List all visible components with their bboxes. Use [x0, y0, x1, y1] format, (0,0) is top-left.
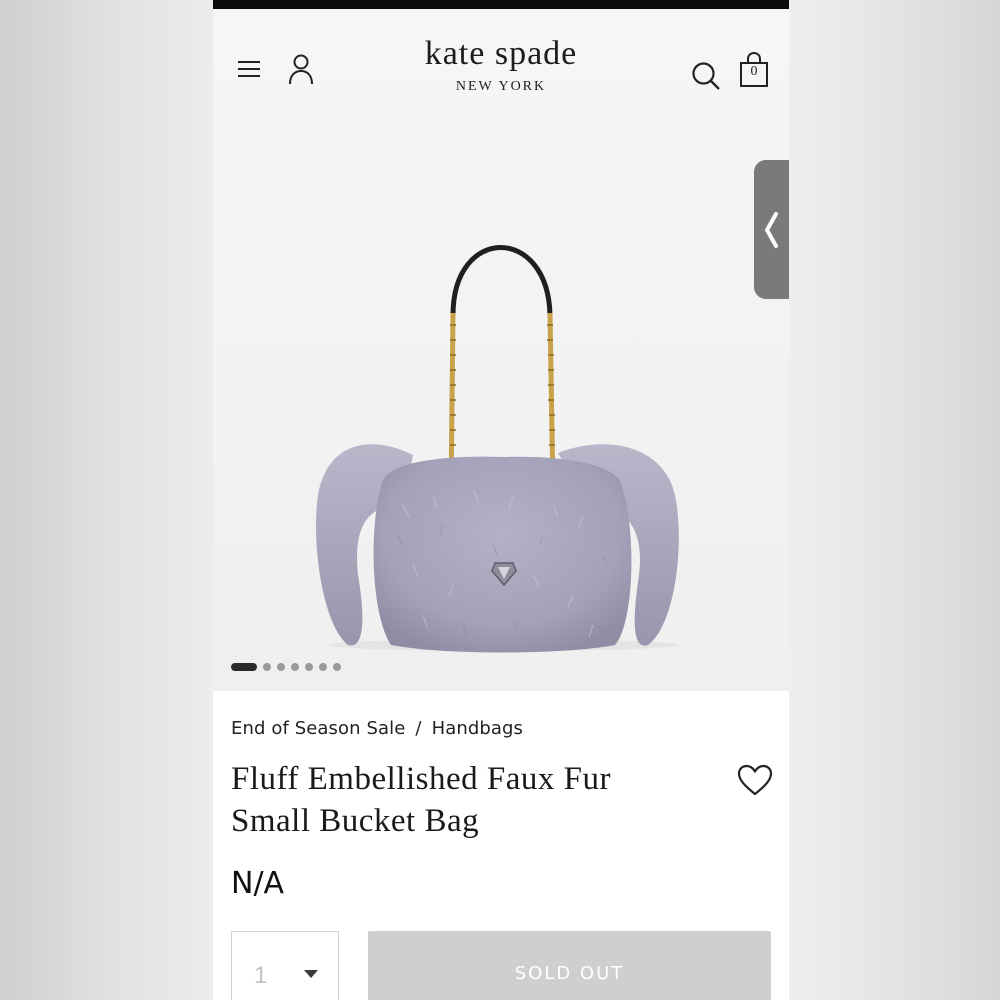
shopping-bag-button[interactable]: 0	[739, 51, 769, 88]
heart-icon[interactable]	[737, 764, 773, 796]
product-title-line-2: Small Bucket Bag	[231, 803, 480, 839]
carousel-indicators	[231, 662, 341, 672]
menu-icon[interactable]	[237, 59, 261, 79]
search-icon[interactable]	[691, 61, 721, 91]
quantity-value: 1	[254, 962, 268, 989]
breadcrumb-separator: /	[415, 718, 422, 739]
breadcrumb-link-sale[interactable]: End of Season Sale	[231, 718, 405, 739]
carousel-dot-7[interactable]	[333, 663, 341, 671]
mobile-page: kate spade NEW YORK 0 End of Season Sale…	[213, 0, 789, 1000]
carousel-dot-6[interactable]	[319, 663, 327, 671]
product-title: Fluff Embellished Faux Fur Small Bucket …	[231, 758, 691, 842]
sold-out-label: SOLD OUT	[514, 963, 625, 984]
carousel-dot-4[interactable]	[291, 663, 299, 671]
carousel-dot-2[interactable]	[263, 663, 271, 671]
product-price: N/A	[231, 866, 285, 901]
product-image[interactable]	[303, 205, 703, 665]
side-drawer-tab[interactable]	[754, 160, 789, 299]
background-left	[0, 0, 213, 1000]
breadcrumb-link-handbags[interactable]: Handbags	[432, 718, 523, 739]
chevron-left-icon	[765, 212, 778, 248]
carousel-dot-1[interactable]	[231, 663, 257, 671]
logo-subline: NEW YORK	[455, 79, 547, 94]
sold-out-button[interactable]: SOLD OUT	[368, 931, 771, 1000]
carousel-dot-5[interactable]	[305, 663, 313, 671]
status-bar	[213, 0, 789, 9]
logo-wordmark: kate spade	[424, 35, 578, 72]
background-right	[789, 0, 1000, 1000]
site-header: kate spade NEW YORK 0	[213, 9, 789, 119]
quantity-select[interactable]: 1	[231, 931, 339, 1000]
account-icon[interactable]	[287, 53, 315, 85]
breadcrumb: End of Season Sale / Handbags	[231, 718, 523, 739]
caret-down-icon	[304, 970, 318, 978]
product-title-line-1: Fluff Embellished Faux Fur	[231, 761, 611, 797]
carousel-dot-3[interactable]	[277, 663, 285, 671]
brand-logo[interactable]: kate spade NEW YORK	[363, 35, 639, 95]
cart-count: 0	[750, 64, 758, 79]
